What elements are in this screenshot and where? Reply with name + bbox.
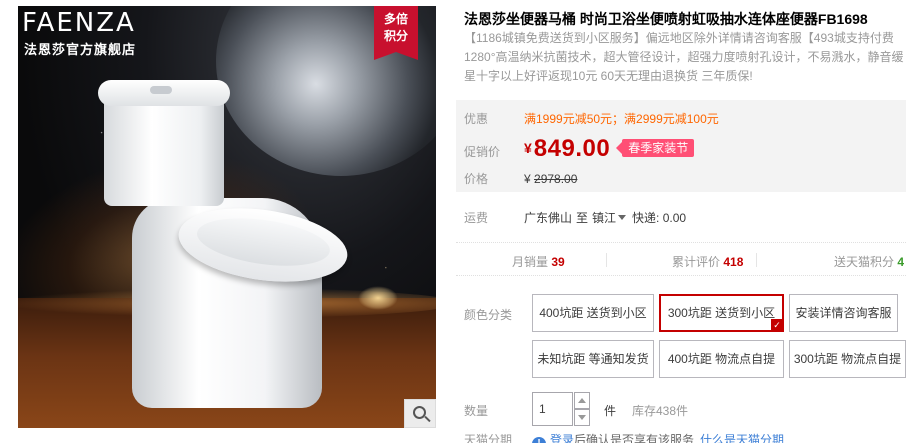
stats-divider xyxy=(606,253,607,267)
shipping-from: 广东佛山 xyxy=(524,211,573,225)
installment-text: 后确认是否享有该服务 xyxy=(574,433,695,443)
sales-stats: 月销量 39 累计评价 418 送天猫积分 4 xyxy=(456,242,906,276)
product-main-image[interactable] xyxy=(18,6,436,428)
quantity-unit: 件 xyxy=(604,404,617,418)
stock-count: 库存438件 xyxy=(632,404,689,418)
promo-text: 满1999元减50元；满2999元减100元 xyxy=(524,112,719,126)
product-subtitle: 【1186城镇免费送货到小区服务】偏远地区除外详情请咨询客服【493城支持付费1… xyxy=(464,31,904,83)
background-bird xyxy=(358,286,398,310)
shipping-row: 运费 广东佛山至镇江 快递: 0.00 xyxy=(464,209,686,226)
sku-option-label: 安装详情咨询客服 xyxy=(795,306,892,320)
brand-overlay: FAENZA 法恩莎官方旗舰店 xyxy=(18,6,168,57)
installment-label: 天猫分期 xyxy=(464,433,513,443)
info-icon: ! xyxy=(532,437,547,443)
sku-option-label: 300坑距 送货到小区 xyxy=(667,306,776,320)
product-info-panel: 法恩莎坐便器马桶 时尚卫浴坐便喷射虹吸抽水连体座便器FB1698 【1186城镇… xyxy=(456,0,906,443)
tmall-points: 送天猫积分 4 xyxy=(834,253,904,270)
toilet-seat-lid xyxy=(194,210,333,274)
sku-option-label: 未知坑距 等通知发货 xyxy=(537,352,649,366)
tmall-points-label: 送天猫积分 xyxy=(834,255,895,269)
total-reviews[interactable]: 累计评价 418 xyxy=(672,253,743,270)
quantity-label: 数量 xyxy=(464,404,489,418)
sku-option-400-pickup[interactable]: 400坑距 物流点自提 xyxy=(659,340,784,378)
sku-option-400-delivery[interactable]: 400坑距 送货到小区 xyxy=(532,294,654,332)
shipping-to-prefix: 至 xyxy=(576,211,589,225)
shipping-fee: 快递: 0.00 xyxy=(632,211,687,225)
product-gallery: FAENZA 法恩莎官方旗舰店 多倍 积分 xyxy=(0,0,440,443)
installment-help-link[interactable]: 什么是天猫分期 xyxy=(700,433,784,443)
sku-option-300-pickup[interactable]: 300坑距 物流点自提 xyxy=(789,340,906,378)
promo-label: 优惠 xyxy=(464,112,489,126)
multi-points-badge: 多倍 积分 xyxy=(374,6,418,60)
monthly-sales-label: 月销量 xyxy=(512,255,549,269)
chevron-down-icon xyxy=(578,415,586,420)
quantity-decrease-button[interactable] xyxy=(574,409,590,426)
sku-option-300-delivery[interactable]: 300坑距 送货到小区 xyxy=(659,294,784,332)
brand-logo: FAENZA xyxy=(22,8,136,38)
total-reviews-label: 累计评价 xyxy=(672,255,721,269)
quantity-input[interactable] xyxy=(532,392,573,426)
promo-price-label: 促销价 xyxy=(464,145,501,159)
original-price-row: 价格 ¥ 2978.00 xyxy=(464,170,577,187)
sku-option-unknown-wait[interactable]: 未知坑距 等通知发货 xyxy=(532,340,654,378)
product-title: 法恩莎坐便器马桶 时尚卫浴坐便喷射虹吸抽水连体座便器FB1698 xyxy=(464,11,868,27)
toilet-product-illustration xyxy=(98,80,353,410)
sku-option-label: 400坑距 送货到小区 xyxy=(539,306,647,320)
tmall-points-value: 4 xyxy=(897,255,905,269)
original-price-currency: ¥ xyxy=(524,172,531,186)
sale-event-tag[interactable]: 春季家装节 xyxy=(616,139,695,157)
quantity-increase-button[interactable] xyxy=(574,392,590,409)
shipping-destination: 镇江 xyxy=(592,211,617,225)
toilet-tank-lid xyxy=(98,80,230,106)
sku-option-label: 400坑距 物流点自提 xyxy=(667,352,776,366)
flush-button xyxy=(150,86,172,94)
original-price-label: 价格 xyxy=(464,172,489,186)
zoom-button[interactable] xyxy=(404,399,436,428)
total-reviews-value: 418 xyxy=(723,255,744,269)
login-link[interactable]: 登录 xyxy=(550,433,574,443)
price-box: 优惠 满1999元减50元；满2999元减100元 促销价 ¥849.00 春季家装节… xyxy=(456,100,906,192)
badge-line-1: 多倍 xyxy=(383,12,408,26)
promo-price-row: 促销价 ¥849.00 春季家装节 xyxy=(464,135,695,163)
price-currency: ¥ xyxy=(524,140,532,156)
chevron-up-icon xyxy=(578,398,586,403)
shipping-label: 运费 xyxy=(464,211,489,225)
monthly-sales-value: 39 xyxy=(551,255,565,269)
promo-price: 849.00 xyxy=(533,135,611,162)
sku-option-label: 300坑距 物流点自提 xyxy=(793,352,902,366)
shipping-destination-select[interactable]: 镇江 xyxy=(592,211,628,225)
sku-option-install-consult[interactable]: 安装详情咨询客服 xyxy=(789,294,898,332)
color-category-label: 颜色分类 xyxy=(464,308,513,322)
stats-divider xyxy=(756,253,757,267)
chevron-down-icon xyxy=(618,215,627,220)
brand-store-name: 法恩莎官方旗舰店 xyxy=(24,42,137,57)
badge-line-2: 积分 xyxy=(383,29,408,43)
monthly-sales: 月销量 39 xyxy=(512,253,565,270)
original-price: 2978.00 xyxy=(534,172,578,186)
promo-row: 优惠 满1999元减50元；满2999元减100元 xyxy=(464,110,719,127)
installment-row: 天猫分期!登录后确认是否享有该服务什么是天猫分期 xyxy=(464,431,784,443)
